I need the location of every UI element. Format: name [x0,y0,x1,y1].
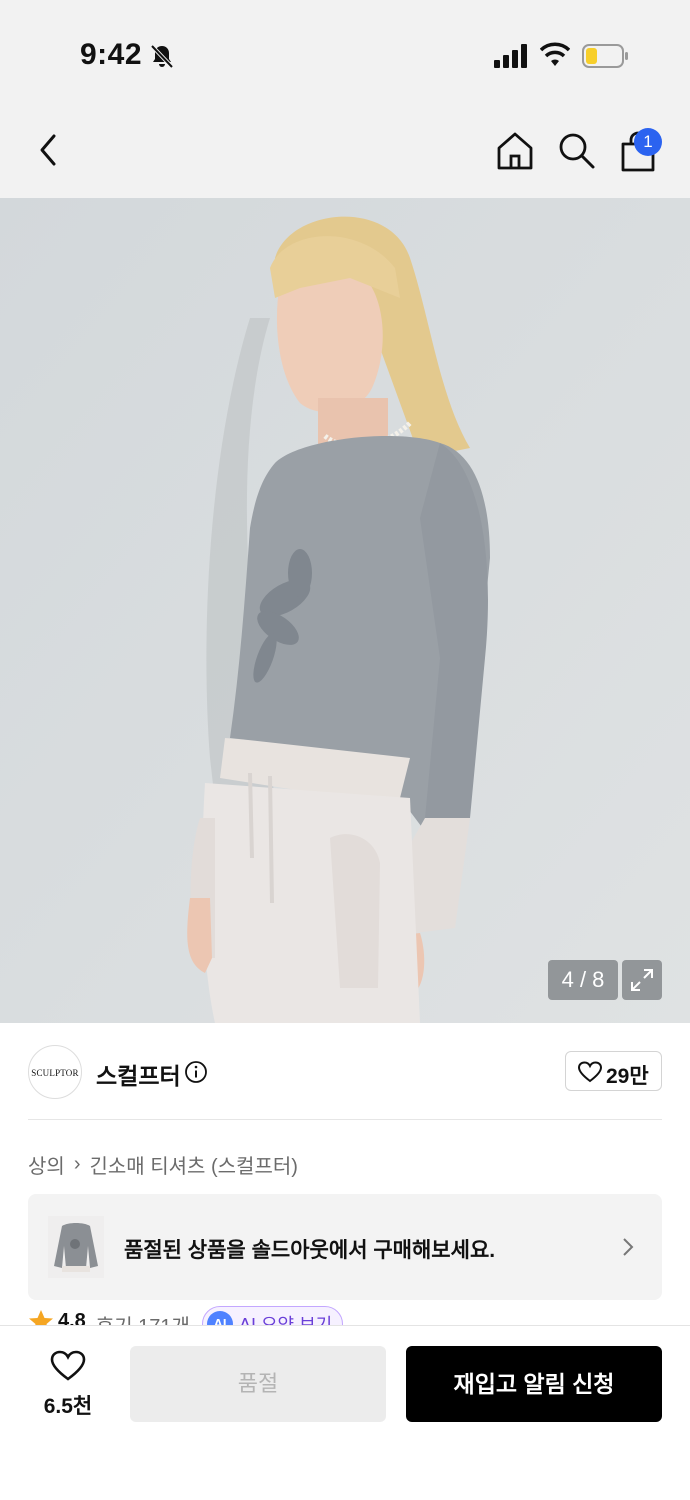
wish-count: 6.5천 [43,1395,93,1418]
chevron-right-icon [623,1238,634,1256]
restock-alert-button[interactable]: 재입고 알림 신청 [406,1346,662,1422]
image-counter: 4 / 8 [548,960,618,1000]
heart-icon[interactable] [50,1350,86,1382]
info-icon[interactable] [184,1060,208,1084]
battery-low-icon [582,44,628,68]
breadcrumb-subcategory[interactable]: 긴소매 티셔츠 (스컬프터) [89,1150,297,1179]
status-time: 9:42 [80,38,143,71]
expand-icon [631,969,653,991]
breadcrumb-category[interactable]: 상의 [28,1150,65,1179]
home-icon[interactable] [494,130,536,172]
brand-name[interactable]: 스컬프터 [96,1057,181,1091]
nav-bar: 1 [0,100,690,198]
cart-count-badge: 1 [634,128,662,156]
search-icon[interactable] [556,130,596,170]
expand-button[interactable] [622,960,662,1000]
brand-like-count: 29만 [606,1065,649,1088]
heart-icon [578,1061,602,1083]
brand-like-button[interactable]: 29만 [565,1051,662,1091]
divider [28,1119,662,1120]
product-image[interactable] [0,198,690,1023]
status-bar: 9:42 [0,0,690,100]
chevron-left-icon[interactable] [30,130,66,170]
soldout-banner-text: 품절된 상품을 솔드아웃에서 구매해보세요. [124,1239,496,1262]
signal-icon [494,44,527,68]
bottom-action-bar: 6.5천 품절 재입고 알림 신청 [0,1325,690,1500]
chevron-right-icon: › [73,1153,81,1175]
product-thumbnail [48,1216,104,1278]
soldout-button: 품절 [130,1346,386,1422]
bell-slash-icon [150,44,174,69]
product-photo [0,198,690,1023]
breadcrumb: 상의 › 긴소매 티셔츠 (스컬프터) [28,1150,298,1179]
soldout-store-banner[interactable]: 품절된 상품을 솔드아웃에서 구매해보세요. [28,1194,662,1300]
brand-logo[interactable]: SCULPTOR [28,1045,82,1099]
wifi-icon [540,42,570,66]
